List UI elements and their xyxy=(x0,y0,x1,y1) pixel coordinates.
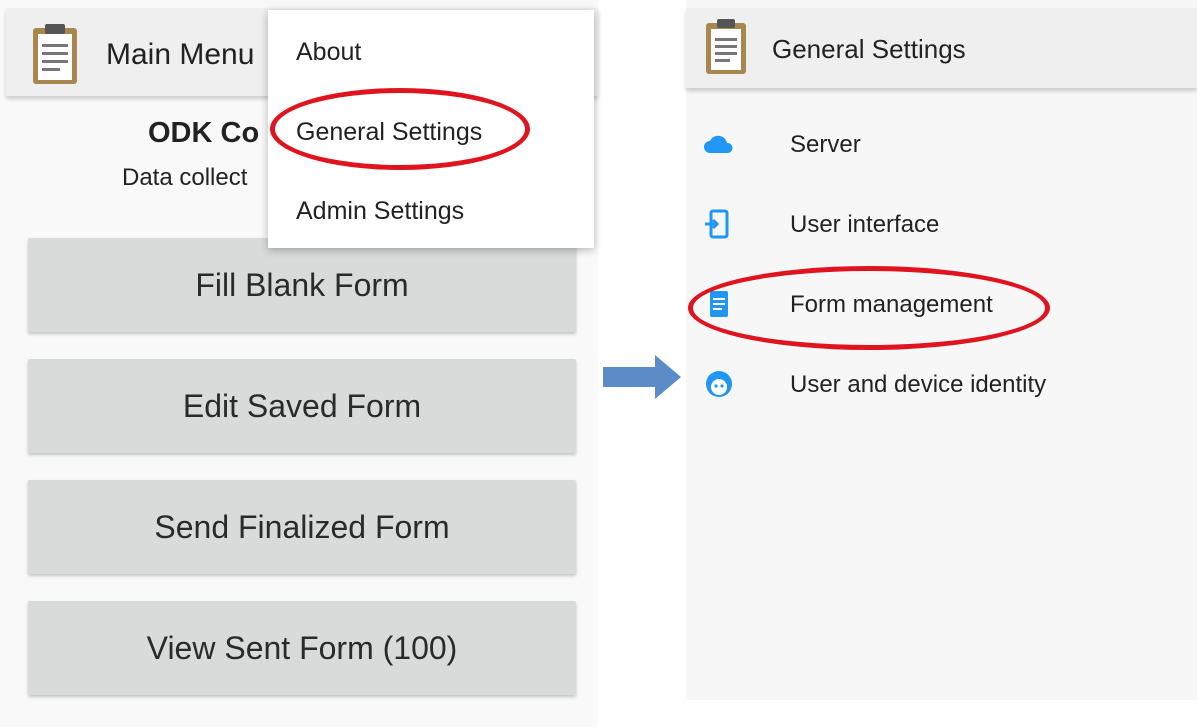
fill-blank-form-button[interactable]: Fill Blank Form xyxy=(28,238,576,332)
settings-item-label: User interface xyxy=(790,211,940,238)
app-name: ODK Co xyxy=(148,117,260,149)
settings-item-form-management[interactable]: Form management xyxy=(686,273,1197,333)
general-settings-toolbar: General Settings xyxy=(686,8,1197,88)
settings-item-label: User and device identity xyxy=(790,371,1047,398)
settings-item-label: Server xyxy=(790,131,861,158)
menu-item-admin-settings[interactable]: Admin Settings xyxy=(296,197,464,226)
menu-item-general-settings[interactable]: General Settings xyxy=(296,118,482,147)
send-finalized-form-button[interactable]: Send Finalized Form xyxy=(28,480,576,574)
clipboard-icon xyxy=(706,19,746,74)
clipboard-icon xyxy=(33,24,77,84)
settings-item-user-interface[interactable]: User interface xyxy=(686,193,1197,253)
cloud-icon xyxy=(704,135,733,153)
toolbar-title: Main Menu xyxy=(106,38,255,71)
settings-item-user-device-identity[interactable]: User and device identity xyxy=(686,353,1197,413)
user-interface-icon xyxy=(705,209,729,239)
view-sent-form-button[interactable]: View Sent Form (100) xyxy=(28,601,576,695)
arrow-right-icon xyxy=(603,355,681,399)
edit-saved-form-button[interactable]: Edit Saved Form xyxy=(28,359,576,453)
identity-face-icon xyxy=(706,371,732,397)
overflow-menu: About General Settings Admin Settings xyxy=(268,10,594,248)
settings-item-label: Form management xyxy=(790,291,993,318)
form-management-icon xyxy=(710,291,728,317)
app-subtitle: Data collect xyxy=(122,164,248,191)
general-settings-screen: General Settings Server User interface F… xyxy=(686,0,1197,700)
menu-item-about[interactable]: About xyxy=(296,38,361,67)
main-menu-screen: Main Menu ODK Co Data collect Fill Blank… xyxy=(0,0,598,727)
toolbar-title: General Settings xyxy=(772,34,966,64)
settings-item-server[interactable]: Server xyxy=(686,113,1197,173)
